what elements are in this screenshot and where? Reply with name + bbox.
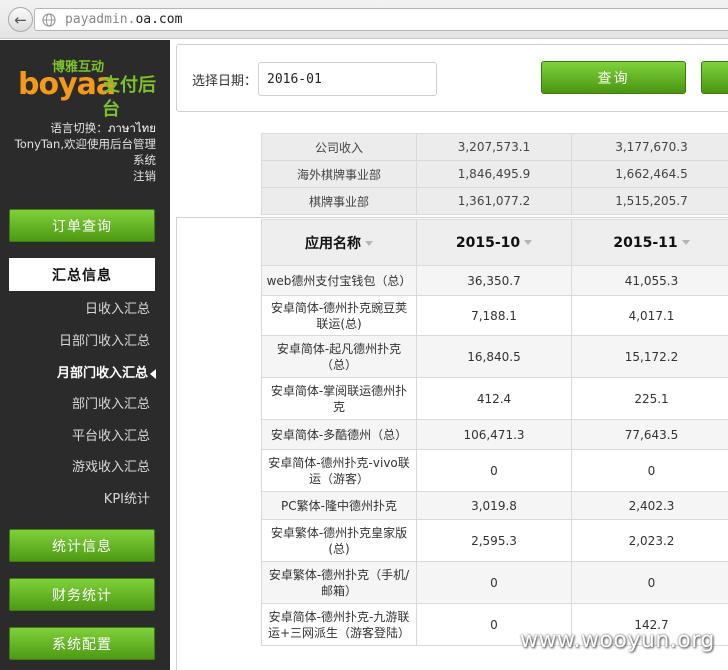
menu-config-button[interactable]: 系统配置 xyxy=(9,627,155,660)
income-cell: 4,017.1 xyxy=(571,295,728,336)
income-cell: 1,662,464.5 xyxy=(571,160,728,188)
browser-toolbar: ← payadmin.oa.com xyxy=(0,0,728,39)
submenu-daily-income[interactable]: 日收入汇总 xyxy=(0,298,150,322)
app-name-cell: 安卓繁体-德州扑克皇家版(总) xyxy=(261,519,417,562)
language-switch: 语言切换：ภาษาไทย xyxy=(10,120,156,136)
income-cell: 41,055.3 xyxy=(571,265,728,296)
submenu-game-income[interactable]: 游戏收入汇总 xyxy=(0,456,150,480)
app-name-cell: 安卓简体-起凡德州扑克（总） xyxy=(261,335,417,378)
table-row: 安卓繁体-德州扑克（手机/邮箱） 0 0 xyxy=(261,561,728,604)
watermark: www.wooyun.org xyxy=(520,628,715,653)
logout-link[interactable]: 注销 xyxy=(10,168,156,184)
app-income-table: 应用名称 2015-10 2015-11 web德州支付宝钱包（总） 36,350… xyxy=(261,219,728,646)
submenu-daily-dept-income[interactable]: 日部门收入汇总 xyxy=(0,330,150,354)
app-name-cell: web德州支付宝钱包（总） xyxy=(261,265,417,296)
sort-arrow-icon xyxy=(524,240,533,245)
income-cell: 0 xyxy=(571,449,728,492)
income-cell: 7,188.1 xyxy=(416,295,572,336)
submenu-dept-income[interactable]: 部门收入汇总 xyxy=(0,393,150,417)
table-row: 公司收入 3,207,573.1 3,177,670.3 xyxy=(261,133,728,161)
submenu-kpi-stats[interactable]: KPI统计 xyxy=(0,488,150,512)
menu-stats-button[interactable]: 统计信息 xyxy=(9,529,155,562)
logo-tagline: 支付后台 xyxy=(102,75,156,120)
sidebar: 博雅互动 boyaa 支付后台 语言切换：ภาษาไทย TonyTan,欢迎使… xyxy=(0,40,170,670)
header-app-name-label: 应用名称 xyxy=(305,235,361,252)
header-month-1[interactable]: 2015-10 xyxy=(416,219,572,266)
income-cell: 3,177,670.3 xyxy=(571,133,728,161)
income-cell: 3,207,573.1 xyxy=(416,133,572,161)
menu-summary-button[interactable]: 汇总信息 xyxy=(9,258,155,291)
header-month-2[interactable]: 2015-11 xyxy=(571,219,728,266)
dept-name-cell: 公司收入 xyxy=(261,133,417,161)
language-switch-label: 语言切换： xyxy=(50,121,108,135)
income-cell: 36,350.7 xyxy=(416,265,572,296)
header-month-2-label: 2015-11 xyxy=(613,234,678,251)
income-cell: 1,361,077.2 xyxy=(416,187,572,215)
user-info: 语言切换：ภาษาไทย TonyTan,欢迎使用后台管理系统 注销 xyxy=(10,120,156,184)
app-name-cell: PC繁体-隆中德州扑克 xyxy=(261,491,417,520)
table-row: 安卓简体-掌阅联运德州扑克 412.4 225.1 xyxy=(261,377,728,420)
logo-wordmark: boyaa xyxy=(18,67,116,102)
table-row: 海外棋牌事业部 1,846,495.9 1,662,464.5 xyxy=(261,160,728,188)
income-cell: 15,172.2 xyxy=(571,335,728,378)
app-name-cell: 安卓简体-德州扑克-vivo联运（游客） xyxy=(261,449,417,492)
income-cell: 106,471.3 xyxy=(416,419,572,450)
app-name-cell: 安卓繁体-德州扑克（手机/邮箱） xyxy=(261,561,417,604)
income-cell: 16,840.5 xyxy=(416,335,572,378)
income-cell: 2,402.3 xyxy=(571,491,728,520)
globe-icon xyxy=(42,13,56,27)
app-name-cell: 安卓简体-德州扑克-九游联运+三网派生（游客登陆） xyxy=(261,603,417,646)
income-cell: 0 xyxy=(571,561,728,604)
current-caret-icon xyxy=(150,368,156,379)
table-row: 安卓繁体-德州扑克皇家版(总) 2,595.3 2,023.2 xyxy=(261,519,728,562)
menu-finance-button[interactable]: 财务统计 xyxy=(9,578,155,611)
income-cell: 3,019.8 xyxy=(416,491,572,520)
section-divider xyxy=(176,217,728,218)
sort-arrow-icon xyxy=(681,240,690,245)
welcome-text: TonyTan,欢迎使用后台管理系统 xyxy=(14,137,156,167)
summary-table: 公司收入 3,207,573.1 3,177,670.3 海外棋牌事业部 1,846,4… xyxy=(261,133,728,215)
income-cell: 0 xyxy=(416,561,572,604)
table-row: web德州支付宝钱包（总） 36,350.7 41,055.3 xyxy=(261,265,728,296)
header-month-1-label: 2015-10 xyxy=(455,234,521,251)
dept-name-cell: 棋牌事业部 xyxy=(261,187,417,215)
secondary-button[interactable] xyxy=(701,61,728,94)
sort-arrow-icon xyxy=(365,241,373,246)
app-name-cell: 安卓简体-多酷德州（总） xyxy=(261,419,417,450)
arrow-left-icon: ← xyxy=(14,10,27,29)
table-row: 安卓简体-起凡德州扑克（总） 16,840.5 15,172.2 xyxy=(261,335,728,378)
brand-logo[interactable]: 博雅互动 boyaa 支付后台 xyxy=(18,56,168,120)
submenu-monthly-dept-income[interactable]: 月部门收入汇总 xyxy=(0,362,156,386)
filter-panel: 选择日期： 查询 xyxy=(176,44,728,112)
language-option-thai[interactable]: ภาษาไทย xyxy=(108,121,156,135)
table-row: 安卓简体-多酷德州（总） 106,471.3 77,643.5 xyxy=(261,419,728,450)
income-cell: 1,846,495.9 xyxy=(416,160,572,188)
table-header-row: 应用名称 2015-10 2015-11 xyxy=(261,219,728,266)
app-name-cell: 安卓简体-掌阅联运德州扑克 xyxy=(261,377,417,420)
income-cell: 2,595.3 xyxy=(416,519,572,562)
income-cell: 225.1 xyxy=(571,377,728,420)
date-input[interactable] xyxy=(258,62,437,96)
income-cell: 412.4 xyxy=(416,377,572,420)
income-cell: 2,023.2 xyxy=(571,519,728,562)
app-name-cell: 安卓简体-德州扑克豌豆荚联运(总) xyxy=(261,295,417,336)
back-button[interactable]: ← xyxy=(8,7,33,32)
header-app-name[interactable]: 应用名称 xyxy=(261,219,417,266)
income-cell: 0 xyxy=(416,449,572,492)
table-row: 棋牌事业部 1,361,077.2 1,515,205.7 xyxy=(261,187,728,215)
content-border xyxy=(176,218,177,670)
url-text: payadmin.oa.com xyxy=(65,12,183,27)
date-label: 选择日期： xyxy=(192,74,258,89)
income-cell: 77,643.5 xyxy=(571,419,728,450)
table-row: 安卓简体-德州扑克-vivo联运（游客） 0 0 xyxy=(261,449,728,492)
submenu-platform-income[interactable]: 平台收入汇总 xyxy=(0,425,150,449)
dept-name-cell: 海外棋牌事业部 xyxy=(261,160,417,188)
query-button[interactable]: 查询 xyxy=(541,61,686,94)
submenu-monthly-dept-income-label: 月部门收入汇总 xyxy=(56,366,148,381)
income-cell: 1,515,205.7 xyxy=(571,187,728,215)
menu-orders-button[interactable]: 订单查询 xyxy=(9,209,155,242)
table-row: PC繁体-隆中德州扑克 3,019.8 2,402.3 xyxy=(261,491,728,520)
address-bar[interactable]: payadmin.oa.com xyxy=(34,8,728,31)
table-row: 安卓简体-德州扑克豌豆荚联运(总) 7,188.1 4,017.1 xyxy=(261,295,728,336)
